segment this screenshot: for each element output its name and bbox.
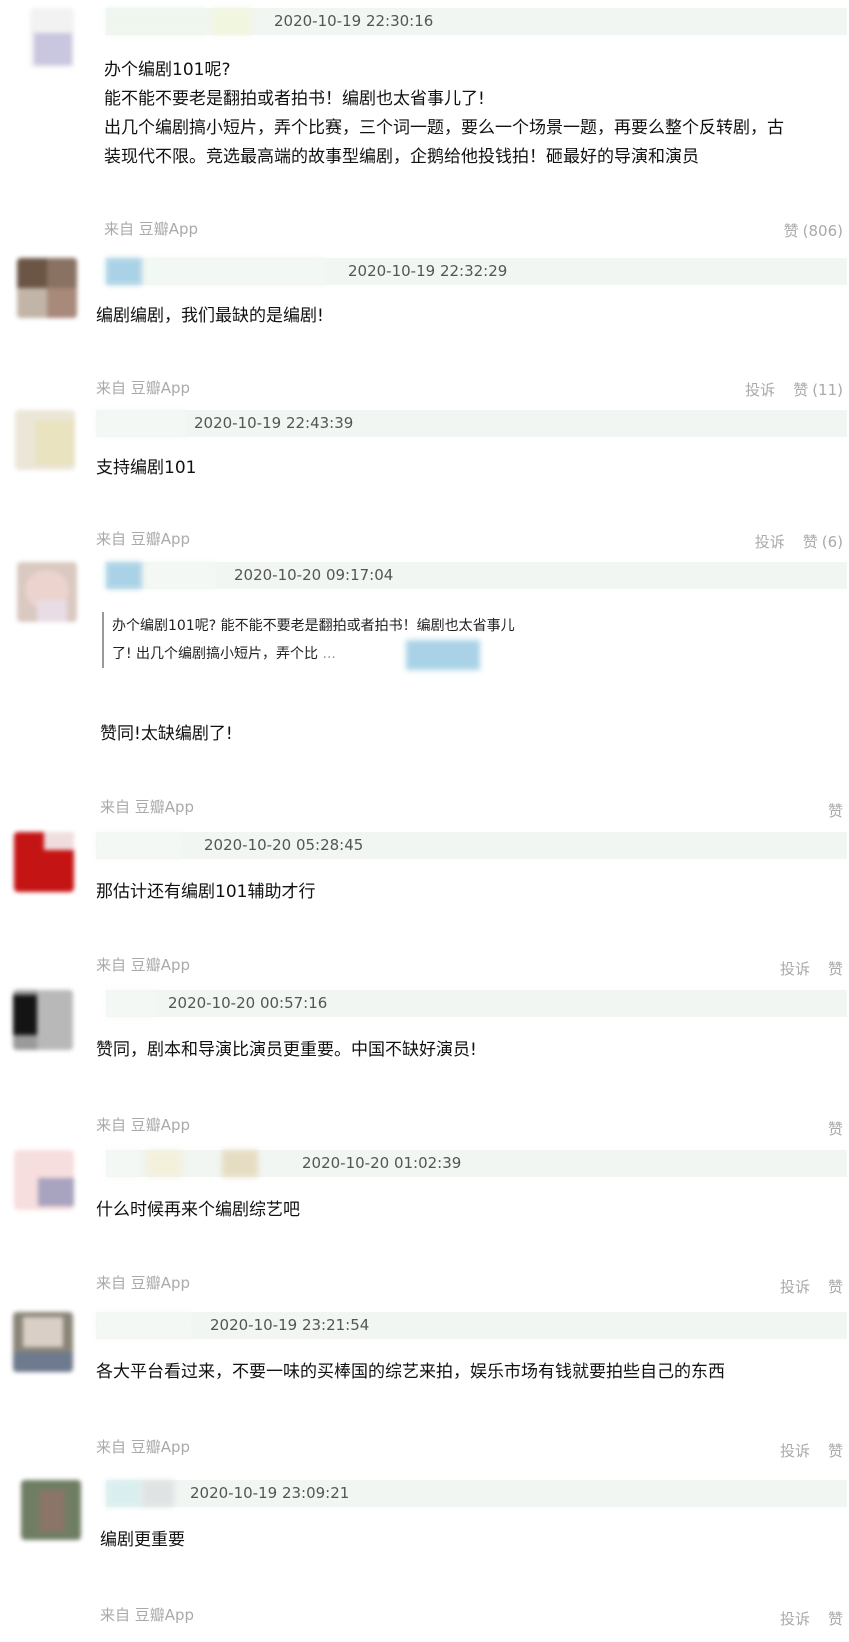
- report-button[interactable]: 投诉: [755, 531, 785, 552]
- like-button[interactable]: 赞: [824, 800, 843, 821]
- comment-actions: 投诉 赞 (6): [755, 531, 843, 552]
- avatar[interactable]: [13, 990, 73, 1050]
- comment-line: 编剧编剧，我们最缺的是编剧!: [96, 306, 324, 326]
- like-button[interactable]: 赞: [824, 1608, 843, 1629]
- username-mask[interactable]: [106, 1480, 142, 1507]
- comment-text: 编剧编剧，我们最缺的是编剧!: [96, 302, 324, 331]
- source-label: 来自 豆瓣App: [104, 220, 199, 238]
- comment-actions: 投诉 赞: [780, 1608, 843, 1629]
- username-mask[interactable]: [106, 990, 156, 1017]
- comment-actions: 赞 (806): [780, 220, 843, 241]
- avatar[interactable]: [21, 1480, 81, 1540]
- comment-time: 2020-10-19 23:09:21: [190, 1484, 350, 1502]
- like-button[interactable]: 赞 (806): [780, 220, 843, 241]
- report-button[interactable]: 投诉: [780, 958, 810, 979]
- source-label: 来自 豆瓣App: [96, 379, 191, 397]
- like-button[interactable]: 赞: [824, 1440, 843, 1461]
- comment-text: 赞同!太缺编剧了!: [100, 720, 233, 749]
- comment-meta-bar: 2020-10-19 22:30:16: [106, 8, 847, 35]
- source-label: 来自 豆瓣App: [96, 956, 191, 974]
- avatar[interactable]: [13, 1312, 73, 1372]
- report-button[interactable]: 投诉: [780, 1440, 810, 1461]
- comment-line: 赞同!太缺编剧了!: [100, 724, 233, 744]
- source-label: 来自 豆瓣App: [96, 1116, 191, 1134]
- comment-actions: 赞: [824, 800, 843, 821]
- comment-line: 办个编剧101呢?: [104, 60, 231, 80]
- comment-meta-bar: 2020-10-19 22:43:39: [96, 410, 847, 437]
- comment-line: 那估计还有编剧101辅助才行: [96, 882, 316, 902]
- like-button[interactable]: 赞: [824, 958, 843, 979]
- report-button[interactable]: 投诉: [780, 1608, 810, 1629]
- comment-line: 出几个编剧搞小短片，弄个比赛，三个词一题，要么一个场景一题，再要么整个反转剧，古: [104, 118, 784, 138]
- username-mask[interactable]: [106, 258, 142, 285]
- comment-text: 支持编剧101: [96, 454, 196, 483]
- comment-meta-bar: 2020-10-20 05:28:45: [96, 832, 847, 859]
- source-label: 来自 豆瓣App: [96, 530, 191, 548]
- comment-actions: 赞: [824, 1118, 843, 1139]
- comment-meta-bar: 2020-10-19 22:32:29: [106, 258, 847, 285]
- quote-author-mask[interactable]: [406, 640, 480, 670]
- username-mask[interactable]: [142, 1480, 174, 1507]
- username-mask[interactable]: [106, 8, 206, 35]
- username-mask[interactable]: [146, 258, 326, 285]
- source-label: 来自 豆瓣App: [96, 1274, 191, 1292]
- comment-time: 2020-10-19 22:32:29: [348, 262, 508, 280]
- comment-line: 各大平台看过来，不要一味的买棒国的综艺来拍，娱乐市场有钱就要拍些自己的东西: [96, 1362, 725, 1382]
- quote-line: 办个编剧101呢? 能不能不要老是翻拍或者拍书！编剧也太省事儿: [112, 618, 515, 634]
- comment-time: 2020-10-20 00:57:16: [168, 994, 328, 1012]
- source-label: 来自 豆瓣App: [100, 1606, 195, 1624]
- avatar[interactable]: [17, 258, 77, 318]
- comment-meta-bar: 2020-10-20 09:17:04: [106, 562, 847, 589]
- comment-line: 支持编剧101: [96, 458, 197, 478]
- comment-actions: 投诉 赞: [780, 1276, 843, 1297]
- username-mask[interactable]: [222, 1150, 258, 1177]
- comment-line: 装现代不限。竞选最高端的故事型编剧，企鹅给他投钱拍！砸最好的导演和演员: [104, 147, 699, 167]
- comment-actions: 投诉 赞 (11): [745, 379, 843, 400]
- avatar[interactable]: [14, 832, 74, 892]
- username-mask[interactable]: [96, 410, 186, 437]
- comment-time: 2020-10-20 05:28:45: [204, 836, 364, 854]
- username-mask[interactable]: [96, 832, 182, 859]
- comment-text: 各大平台看过来，不要一味的买棒国的综艺来拍，娱乐市场有钱就要拍些自己的东西: [96, 1358, 725, 1387]
- username-mask[interactable]: [106, 1150, 140, 1177]
- comment-line: 什么时候再来个编剧综艺吧: [96, 1200, 300, 1220]
- like-button[interactable]: 赞 (11): [789, 379, 843, 400]
- username-mask[interactable]: [106, 562, 142, 589]
- username-mask[interactable]: [212, 8, 252, 35]
- source-label: 来自 豆瓣App: [96, 1438, 191, 1456]
- comment-time: 2020-10-19 23:21:54: [210, 1316, 370, 1334]
- comment-line: 编剧更重要: [100, 1530, 185, 1550]
- comment-line: 赞同，剧本和导演比演员更重要。中国不缺好演员!: [96, 1040, 477, 1060]
- comment-meta-bar: 2020-10-19 23:09:21: [106, 1480, 847, 1507]
- quote-ellipsis: ...: [322, 646, 336, 662]
- comment-text: 编剧更重要: [100, 1526, 185, 1555]
- comment-meta-bar: 2020-10-20 01:02:39: [106, 1150, 847, 1177]
- comment-text: 办个编剧101呢? 能不能不要老是翻拍或者拍书！编剧也太省事儿了! 出几个编剧搞…: [104, 56, 784, 172]
- comment-actions: 投诉 赞: [780, 958, 843, 979]
- avatar[interactable]: [30, 8, 74, 68]
- like-button[interactable]: 赞 (6): [799, 531, 843, 552]
- comment-text: 赞同，剧本和导演比演员更重要。中国不缺好演员!: [96, 1036, 477, 1065]
- username-mask[interactable]: [146, 1150, 182, 1177]
- comment-text: 什么时候再来个编剧综艺吧: [96, 1196, 300, 1225]
- source-label: 来自 豆瓣App: [100, 798, 195, 816]
- report-button[interactable]: 投诉: [745, 379, 775, 400]
- like-button[interactable]: 赞: [824, 1276, 843, 1297]
- username-mask[interactable]: [96, 1312, 192, 1339]
- comment-actions: 投诉 赞: [780, 1440, 843, 1461]
- comment-line: 能不能不要老是翻拍或者拍书！编剧也太省事儿了!: [104, 89, 485, 109]
- comment-text: 那估计还有编剧101辅助才行: [96, 878, 315, 907]
- comment-time: 2020-10-20 09:17:04: [234, 566, 394, 584]
- username-mask[interactable]: [146, 562, 216, 589]
- comment-meta-bar: 2020-10-19 23:21:54: [96, 1312, 847, 1339]
- avatar[interactable]: [15, 410, 75, 470]
- comment-time: 2020-10-19 22:43:39: [194, 414, 354, 432]
- comment-time: 2020-10-20 01:02:39: [302, 1154, 462, 1172]
- report-button[interactable]: 投诉: [780, 1276, 810, 1297]
- avatar[interactable]: [14, 1150, 74, 1210]
- avatar[interactable]: [17, 562, 77, 622]
- like-button[interactable]: 赞: [824, 1118, 843, 1139]
- comment-time: 2020-10-19 22:30:16: [274, 12, 434, 30]
- comment-meta-bar: 2020-10-20 00:57:16: [106, 990, 847, 1017]
